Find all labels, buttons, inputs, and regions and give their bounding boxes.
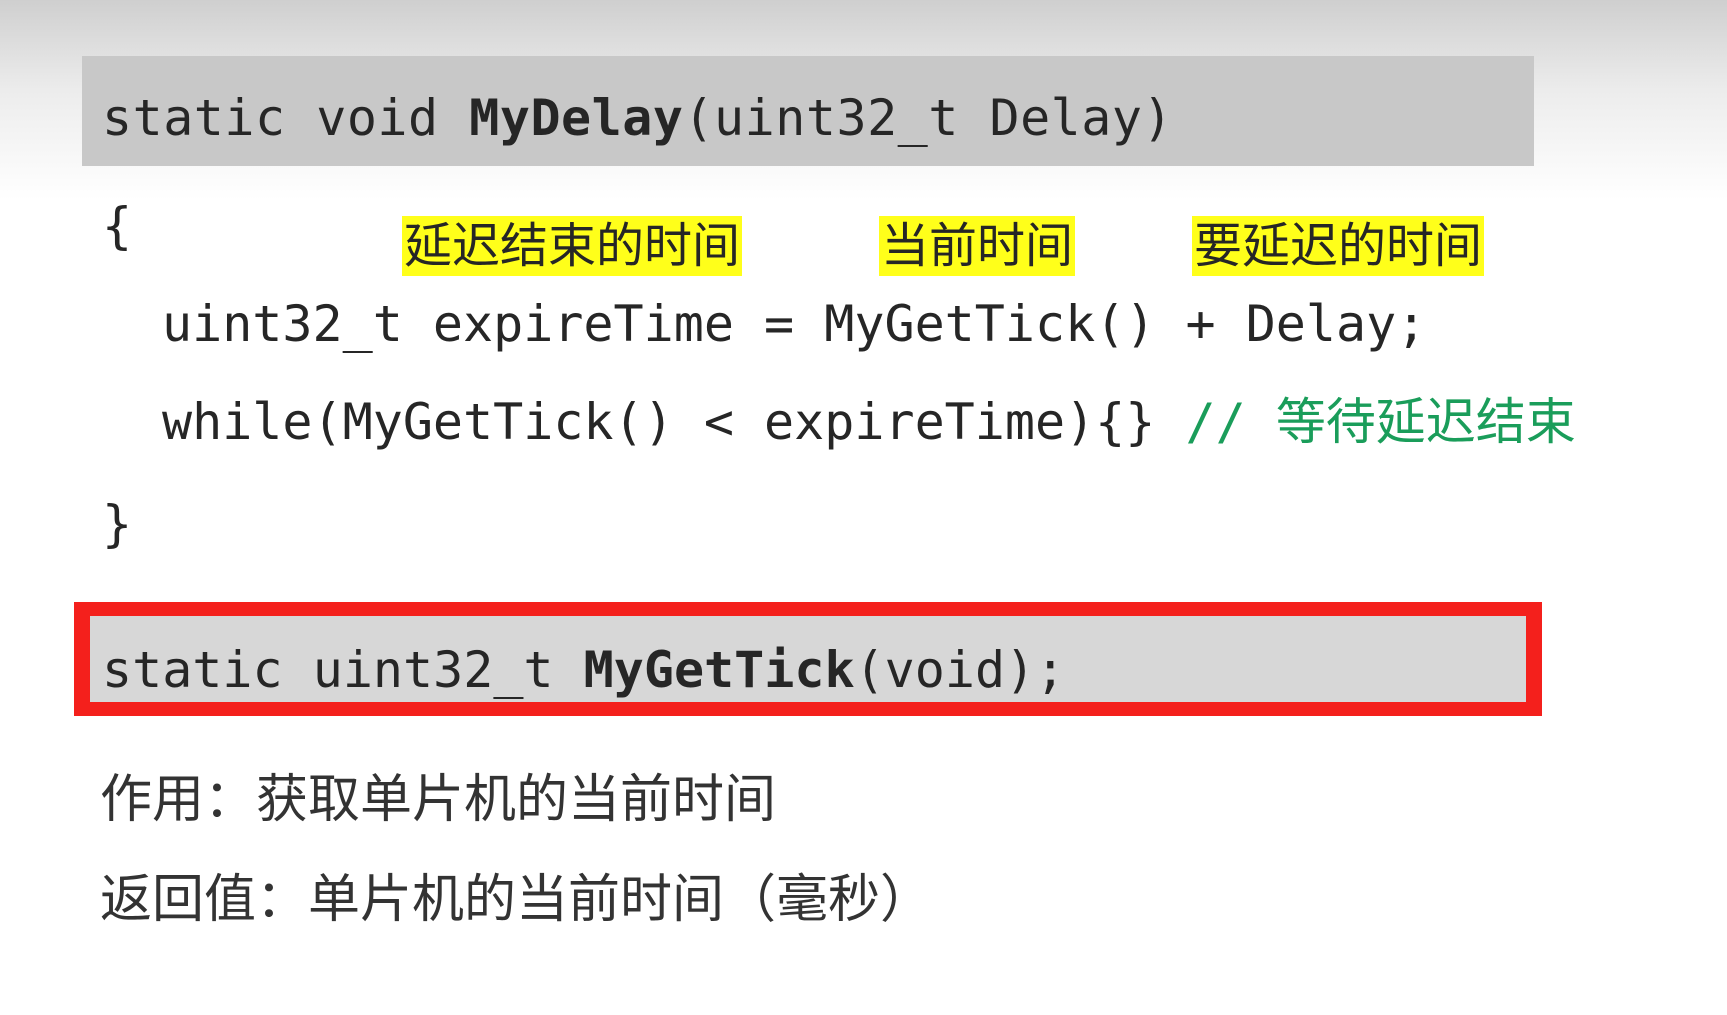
code-line-while-loop: while(MyGetTick() < expireTime){} // 等待延…: [162, 392, 1576, 452]
function-name: MyGetTick: [583, 641, 855, 699]
function-signature-mydelay: static void MyDelay(uint32_t Delay): [102, 88, 1173, 148]
annotation-delay-time: 要延迟的时间: [1192, 216, 1485, 276]
comment-text: 等待延迟结束: [1275, 393, 1576, 451]
code-comment: // 等待延迟结束: [1186, 393, 1576, 451]
annotation-expire-time: 延迟结束的时间: [402, 216, 743, 276]
description-return-value: 返回值：单片机的当前时间（毫秒）: [100, 870, 933, 930]
annotation-current-time: 当前时间: [879, 216, 1076, 276]
open-brace: {: [102, 197, 133, 255]
signature-params: (uint32_t Delay): [683, 89, 1174, 147]
function-signature-mygettick: static uint32_t MyGetTick(void);: [102, 640, 1065, 700]
close-brace: }: [102, 495, 133, 553]
code-line-expire-time: uint32_t expireTime = MyGetTick() + Dela…: [162, 295, 1427, 353]
signature-params: (void);: [854, 641, 1066, 699]
while-loop-code: while(MyGetTick() < expireTime){}: [162, 393, 1186, 451]
signature-prefix: static void: [102, 89, 470, 147]
description-purpose: 作用：获取单片机的当前时间: [100, 770, 777, 830]
comment-slashes: //: [1185, 393, 1276, 451]
function-name: MyDelay: [469, 89, 684, 147]
signature-prefix: static uint32_t: [102, 641, 584, 699]
